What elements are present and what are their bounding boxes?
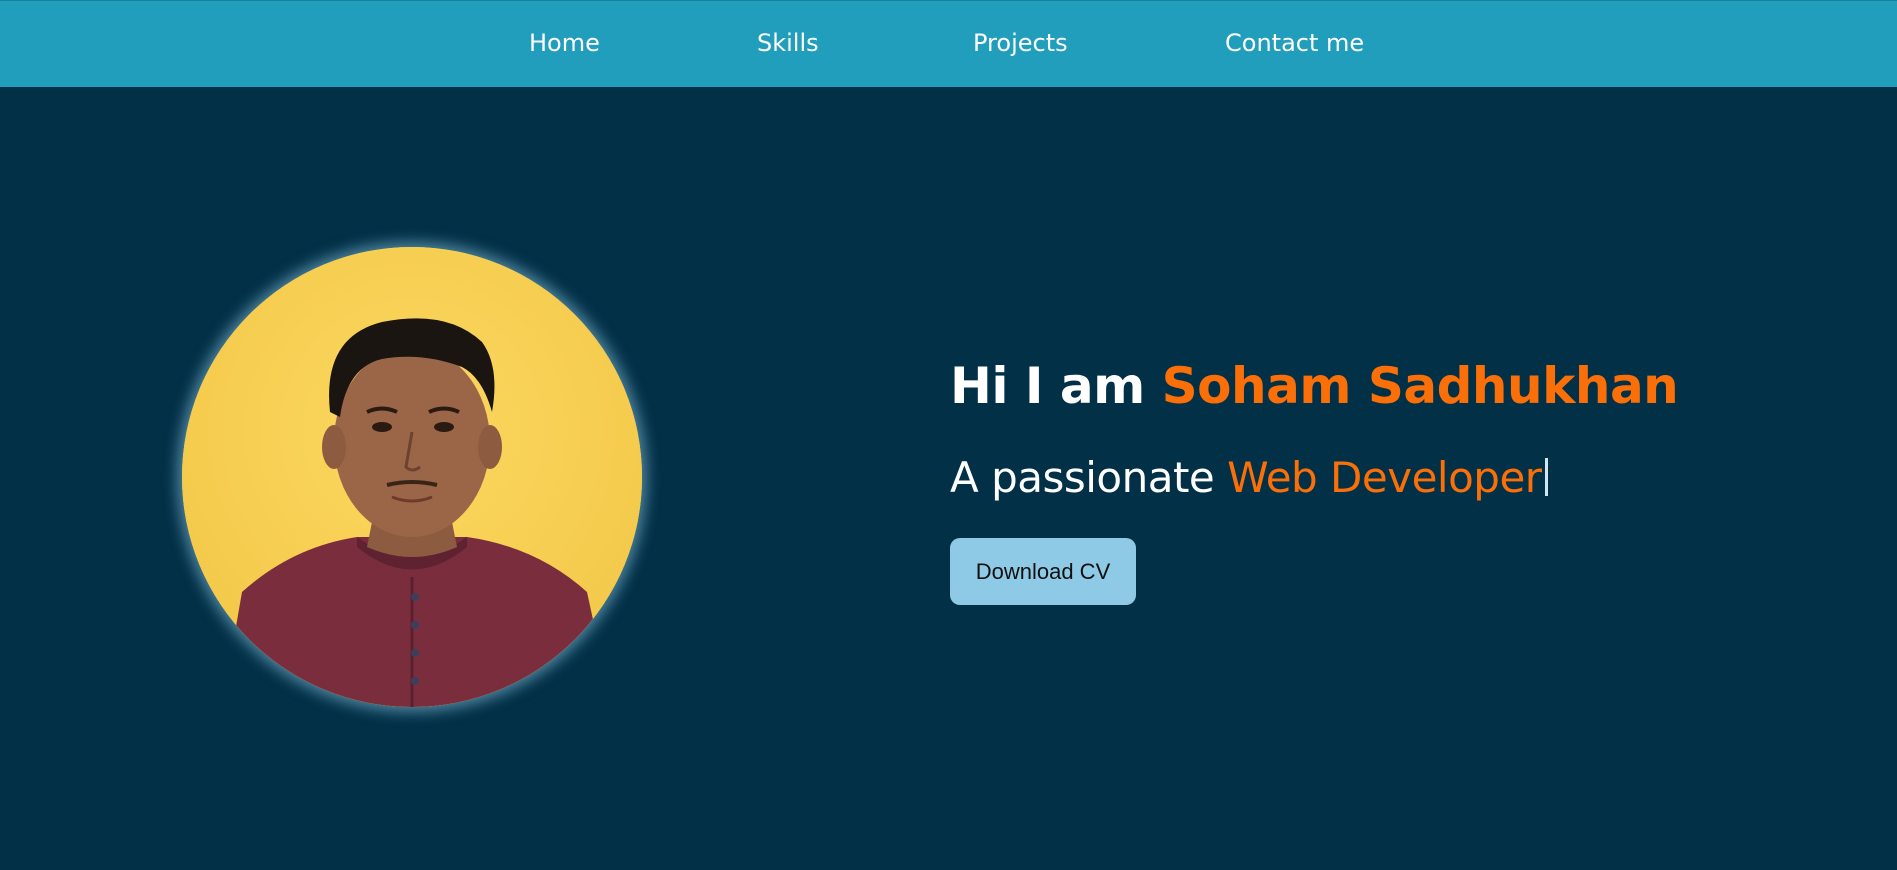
nav-link-contact[interactable]: Contact me <box>1225 29 1364 57</box>
nav-link-projects[interactable]: Projects <box>973 29 1068 57</box>
hero-name: Soham Sadhukhan <box>1161 357 1679 415</box>
profile-photo-illustration <box>182 247 642 707</box>
profile-photo <box>182 247 642 707</box>
greeting-text: Hi I am <box>950 357 1162 415</box>
download-cv-button[interactable]: Download CV <box>950 538 1136 605</box>
hero-tagline: A passionate Web Developer <box>950 453 1548 502</box>
top-navbar: Home Skills Projects Contact me <box>0 0 1897 87</box>
typing-cursor <box>1544 458 1548 496</box>
nav-link-home[interactable]: Home <box>529 29 600 57</box>
tagline-prefix: A passionate <box>950 453 1228 502</box>
hero-section: Hi I am Soham Sadhukhan A passionate Web… <box>0 87 1897 870</box>
nav-link-skills[interactable]: Skills <box>757 29 819 57</box>
hero-headline: Hi I am Soham Sadhukhan <box>950 357 1679 415</box>
typed-role: Web Developer <box>1227 453 1542 502</box>
